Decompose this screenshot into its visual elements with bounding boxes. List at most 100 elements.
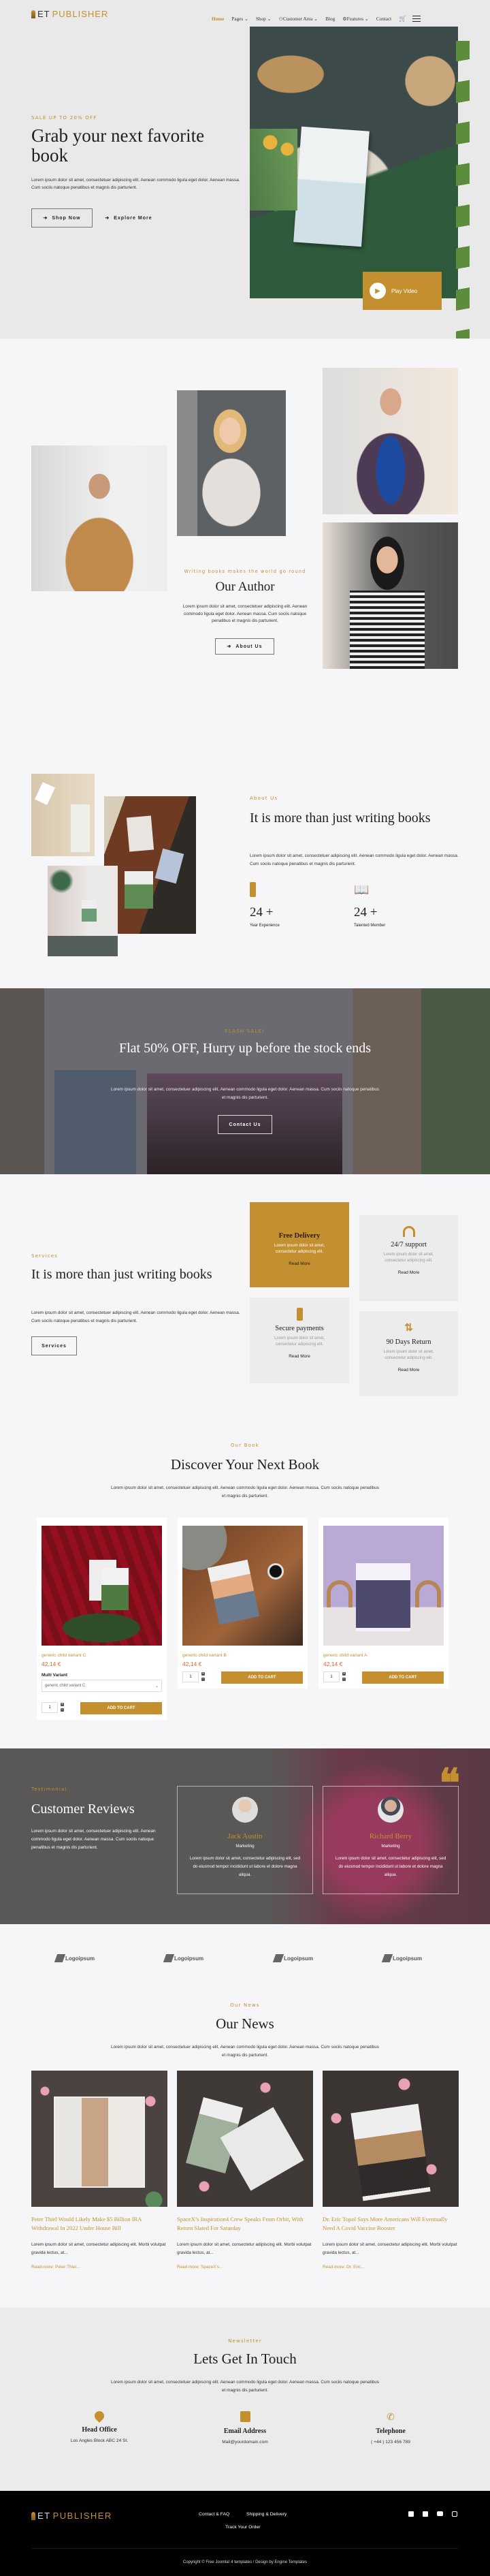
partner-logo[interactable]: Logoipsum	[54, 1954, 95, 1962]
arrow-right-icon: ➔	[105, 216, 110, 221]
logo-prefix: ET	[37, 9, 50, 19]
youtube-icon[interactable]	[437, 2511, 443, 2516]
testimonials-title: Customer Reviews	[31, 1802, 135, 1817]
read-more-link[interactable]: Read More	[250, 1261, 349, 1266]
contact-email: Email Address Mail@yourdomain.com	[184, 2411, 306, 2445]
footer-divider	[31, 2548, 458, 2549]
product-title[interactable]: generic child variant B	[182, 1653, 227, 1658]
avatar	[232, 1797, 258, 1823]
phone-icon	[296, 1308, 303, 1321]
play-video-button[interactable]: ▶ Play Video	[363, 272, 442, 310]
footer-logo[interactable]: ET PUBLISHER	[31, 2511, 112, 2521]
service-card-support[interactable]: 24/7 support Lorem ipsum dolor sit amet,…	[359, 1215, 458, 1301]
product-title[interactable]: generic child variant A	[323, 1653, 368, 1658]
minus-icon[interactable]: −	[61, 1708, 64, 1712]
quantity-input[interactable]: 1	[323, 1671, 340, 1682]
nav-contact[interactable]: Contact	[376, 16, 391, 22]
service-card-returns[interactable]: ⇅ 90 Days Return Lorem ipsum dolor sit a…	[359, 1311, 458, 1396]
partner-logo[interactable]: Logoipsum	[272, 1954, 313, 1962]
tulips	[250, 129, 297, 210]
plus-icon[interactable]: +	[342, 1672, 346, 1676]
contact-title: Lets Get In Touch	[193, 2351, 297, 2367]
product-image[interactable]	[182, 1526, 303, 1646]
logo-prefix: ET	[37, 2511, 51, 2521]
shop-now-button[interactable]: ➔ Shop Now	[31, 208, 93, 227]
footer-link-shipping[interactable]: Shipping & Delivery	[246, 2512, 287, 2517]
services-button[interactable]: Services	[31, 1336, 77, 1355]
news-image[interactable]	[177, 2071, 313, 2207]
stat-label: Year Experience	[250, 924, 280, 928]
authors-text: Lorem ipsum dolor sit amet, consectetuer…	[182, 604, 308, 623]
about-title: It is more than just writing books	[250, 811, 431, 826]
minus-icon[interactable]: −	[342, 1678, 346, 1681]
quantity-input[interactable]: 1	[42, 1702, 58, 1713]
product-image[interactable]	[42, 1526, 162, 1646]
contact-us-button[interactable]: Contact Us	[218, 1115, 272, 1134]
footer-link-contact-faq[interactable]: Contact & FAQ	[199, 2512, 229, 2517]
flash-title: Flat 50% OFF, Hurry up before the stock …	[118, 1041, 371, 1056]
id-badge-icon	[250, 882, 256, 897]
contact-item-value[interactable]: Mail@yourdomain.com	[184, 2440, 306, 2445]
product-title[interactable]: generic child variant C	[42, 1653, 86, 1658]
map-pin-icon	[93, 2409, 106, 2423]
contact-item-value[interactable]: ( +44 ) 123 456 789	[329, 2440, 452, 2445]
leaves-decoration	[456, 41, 470, 339]
instagram-icon[interactable]	[452, 2511, 457, 2517]
minus-icon[interactable]: −	[201, 1678, 205, 1681]
news-post-title[interactable]: Peter Thiel Would Likely Make $5 Billion…	[31, 2215, 167, 2233]
product-image[interactable]	[323, 1526, 444, 1646]
read-more-link[interactable]: Read more: SpaceX’s...	[177, 2265, 223, 2269]
partner-logo[interactable]: Logoipsum	[163, 1954, 203, 1962]
logoipsum-icon	[381, 1954, 393, 1962]
about-us-button[interactable]: ➔ About Us	[215, 638, 274, 655]
news-text: Lorem ipsum dolor sit amet, consectetuer…	[111, 2045, 379, 2058]
about-image-2	[104, 796, 196, 934]
cart-icon[interactable]: 🛒	[399, 15, 406, 22]
nav-shop[interactable]: Shop ⌄	[256, 16, 272, 22]
card-title: 90 Days Return	[386, 1338, 431, 1346]
logo[interactable]: ET PUBLISHER	[31, 9, 108, 19]
stat-value: 24 +	[354, 905, 378, 920]
nav-home[interactable]: Home	[212, 16, 224, 22]
nav-customer-area[interactable]: ⚇Customer Area ⌄	[279, 16, 318, 22]
read-more-link[interactable]: Read More	[250, 1354, 349, 1359]
logo-icon	[31, 10, 35, 18]
service-card-secure-payments[interactable]: Secure payments Lorem ipsum dolor sit am…	[250, 1298, 349, 1383]
hamburger-icon[interactable]	[412, 16, 421, 22]
facebook-icon[interactable]	[408, 2511, 414, 2517]
hero-section: ET PUBLISHER Home Pages ⌄ Shop ⌄ ⚇Custom…	[0, 0, 490, 339]
reviewer-role: Marketing	[235, 1844, 255, 1849]
about-image-3	[48, 866, 118, 956]
arrow-right-icon: ➔	[43, 216, 48, 221]
add-to-cart-button[interactable]: ADD TO CART	[362, 1671, 444, 1684]
news-post-title[interactable]: SpaceX’s Inspiration4 Crew Speaks From O…	[177, 2215, 313, 2233]
read-more-link[interactable]: Read More	[359, 1270, 458, 1275]
plus-icon[interactable]: +	[201, 1672, 205, 1676]
news-image[interactable]	[323, 2071, 459, 2207]
news-post-title[interactable]: Dr. Eric Topol Says More Americans Will …	[323, 2215, 459, 2233]
card-title: Secure payments	[275, 1325, 324, 1332]
tiktok-icon[interactable]	[423, 2511, 428, 2517]
partner-logo[interactable]: Logoipsum	[381, 1954, 422, 1962]
stat-talented-member: 📖 24 + Talented Member	[354, 882, 385, 928]
plus-icon[interactable]: +	[61, 1703, 64, 1706]
product-price: 42,14 €	[182, 1661, 202, 1667]
variant-select[interactable]: generic child variant C ⌄	[42, 1680, 162, 1692]
product-price: 42,14 €	[42, 1661, 61, 1667]
nav-blog[interactable]: Blog	[325, 16, 335, 22]
quantity-input[interactable]: 1	[182, 1671, 199, 1682]
footer-link-track-order[interactable]: Track Your Order	[225, 2525, 261, 2530]
add-to-cart-button[interactable]: ADD TO CART	[80, 1702, 162, 1714]
explore-more-button[interactable]: ➔ Explore More	[98, 208, 159, 227]
read-more-link[interactable]: Read more: Peter Thiel...	[31, 2265, 80, 2269]
nav-pages[interactable]: Pages ⌄	[231, 16, 248, 22]
news-image[interactable]	[31, 2071, 167, 2207]
service-card-free-delivery[interactable]: Free Delivery Lorem ipsum dolor sit amet…	[250, 1202, 349, 1287]
add-to-cart-button[interactable]: ADD TO CART	[221, 1671, 303, 1684]
about-text: Lorem ipsum dolor sit amet, consectetuer…	[250, 853, 459, 866]
hero-eyebrow: SALE UP TO 20% OFF	[31, 115, 97, 121]
read-more-link[interactable]: Read more: Dr. Eric...	[323, 2265, 364, 2269]
nav-features[interactable]: ⚙Features ⌄	[342, 16, 369, 22]
read-more-link[interactable]: Read More	[359, 1368, 458, 1372]
services-title: It is more than just writing books	[31, 1267, 212, 1282]
